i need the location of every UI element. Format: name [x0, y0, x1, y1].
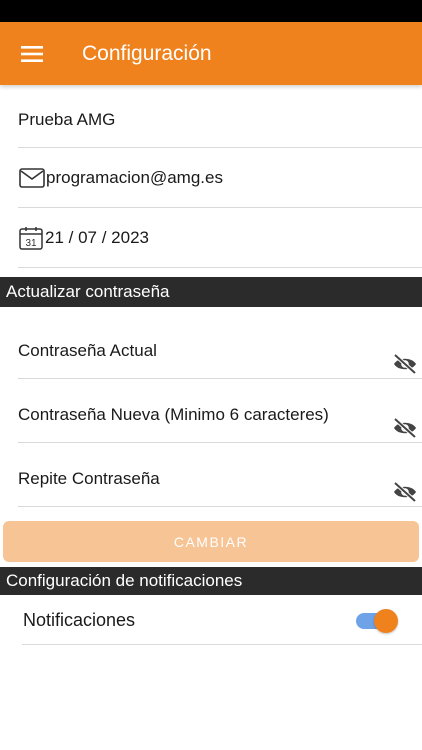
new-password-placeholder: Contraseña Nueva (Minimo 6 caracteres) — [18, 405, 329, 424]
menu-button[interactable] — [0, 22, 64, 85]
notifications-toggle[interactable] — [356, 609, 398, 633]
profile-name-row: Prueba AMG — [0, 92, 422, 148]
eye-off-icon[interactable] — [392, 353, 418, 375]
password-section-header: Actualizar contraseña — [0, 277, 422, 307]
divider — [18, 267, 422, 268]
current-password-field[interactable]: Contraseña Actual — [0, 315, 422, 379]
divider — [18, 506, 422, 507]
new-password-field[interactable]: Contraseña Nueva (Minimo 6 caracteres) — [0, 379, 422, 443]
change-password-button[interactable]: CAMBIAR — [3, 521, 419, 562]
calendar-icon: 31 — [19, 227, 43, 250]
profile-date: 21 / 07 / 2023 — [45, 228, 149, 247]
menu-icon — [21, 45, 43, 62]
notifications-label: Notificaciones — [23, 610, 136, 630]
profile-email-row: programacion@amg.es — [0, 148, 422, 208]
eye-off-icon[interactable] — [392, 417, 418, 439]
app-bar: Configuración — [0, 22, 422, 85]
page-title: Configuración — [82, 41, 212, 65]
repeat-password-field[interactable]: Repite Contraseña — [0, 443, 422, 507]
envelope-icon — [19, 168, 45, 188]
eye-off-icon[interactable] — [392, 481, 418, 503]
profile-email: programacion@amg.es — [46, 168, 223, 187]
divider — [22, 644, 422, 645]
profile-date-row: 31 21 / 07 / 2023 — [0, 208, 422, 268]
notifications-section-header: Configuración de notificaciones — [0, 567, 422, 595]
repeat-password-placeholder: Repite Contraseña — [18, 469, 160, 488]
calendar-day: 31 — [25, 238, 37, 249]
toggle-knob — [374, 609, 398, 633]
status-bar — [0, 0, 422, 22]
profile-name: Prueba AMG — [18, 110, 116, 129]
current-password-placeholder: Contraseña Actual — [18, 341, 157, 360]
